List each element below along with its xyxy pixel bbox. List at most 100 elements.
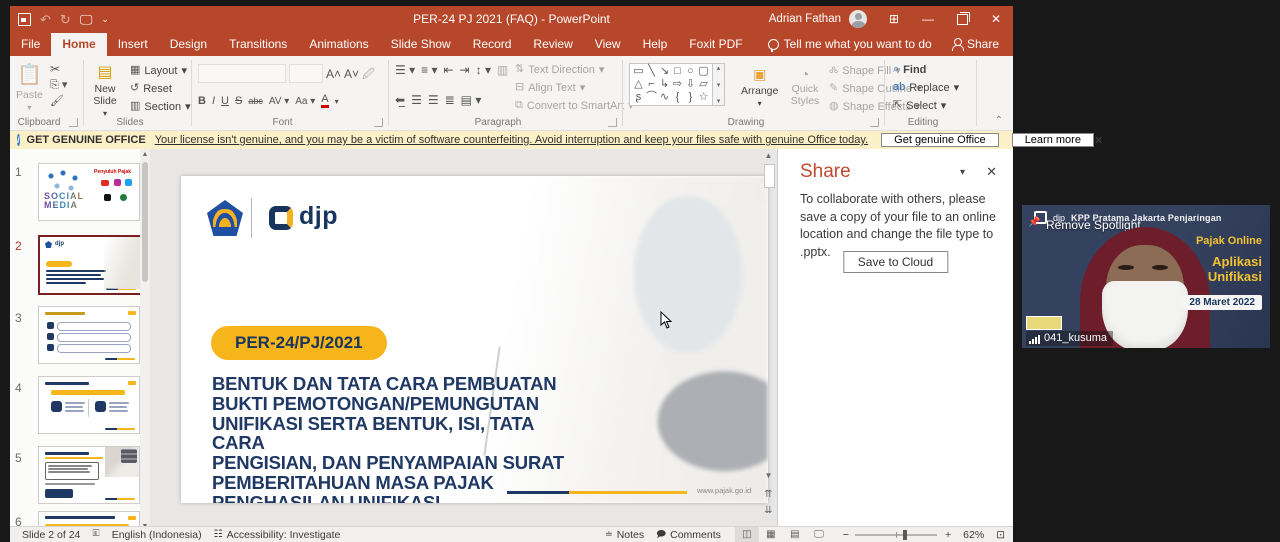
strike-abc-button[interactable]: abc: [248, 96, 263, 106]
add-columns-icon[interactable]: ▤ ▾: [461, 94, 482, 106]
align-center-icon[interactable]: ☰: [411, 94, 422, 106]
slide-thumbnail-1[interactable]: SOCIALMEDIA Penyuluh Pajak: [38, 163, 140, 221]
font-color-button[interactable]: A: [321, 94, 328, 108]
slide-thumbnail-5[interactable]: [38, 446, 140, 504]
collapse-ribbon-icon[interactable]: ⌃: [995, 115, 1003, 126]
zoom-out-icon[interactable]: −: [843, 529, 849, 541]
accessibility-status[interactable]: Accessibility: Investigate: [227, 529, 341, 541]
share-pane-dropdown-icon[interactable]: ▾: [960, 167, 965, 178]
bullets-icon[interactable]: ☰ ▾: [395, 64, 415, 76]
scroll-up-icon[interactable]: ▲: [762, 151, 775, 160]
find-button[interactable]: ⌕Find: [893, 62, 959, 77]
reading-view-button[interactable]: ▤: [783, 527, 807, 542]
font-color-dropdown-icon[interactable]: ▾: [335, 97, 339, 106]
align-right-icon[interactable]: ☰: [428, 94, 439, 106]
language-indicator[interactable]: English (Indonesia): [112, 529, 202, 541]
save-to-cloud-button[interactable]: Save to Cloud: [843, 251, 948, 273]
scrollbar-thumb[interactable]: [764, 164, 775, 188]
tab-foxit-pdf[interactable]: Foxit PDF: [678, 33, 753, 56]
scroll-down-icon[interactable]: ▼: [762, 471, 775, 480]
ribbon-display-options-icon[interactable]: ⊞: [877, 6, 911, 32]
format-painter-icon[interactable]: 🖌: [50, 96, 67, 107]
tab-review[interactable]: Review: [522, 33, 583, 56]
font-name-input[interactable]: [198, 64, 286, 83]
character-spacing-button[interactable]: AV ▾: [269, 96, 289, 107]
thumb-scroll-up-icon[interactable]: ▲: [140, 149, 150, 161]
paragraph-dialog-launcher[interactable]: [608, 118, 617, 127]
arrange-button[interactable]: ▣Arrange▾: [741, 66, 778, 108]
comments-toggle[interactable]: 🗩Comments: [656, 527, 721, 542]
tell-me-box[interactable]: Tell me what you want to do: [768, 37, 932, 56]
slide-sorter-view-button[interactable]: ▦: [759, 527, 783, 542]
replace-button[interactable]: abReplace ▾: [893, 80, 959, 95]
underline-button[interactable]: U: [221, 95, 229, 107]
zoom-slider[interactable]: [855, 534, 937, 536]
cut-icon[interactable]: ✂: [50, 63, 67, 75]
notes-toggle[interactable]: ≐Notes: [605, 529, 644, 541]
tab-animations[interactable]: Animations: [298, 33, 379, 56]
normal-view-button[interactable]: ◫: [735, 527, 759, 542]
convert-smartart-button[interactable]: ⧉Convert to SmartArt ▾: [515, 98, 634, 113]
tab-file[interactable]: File: [10, 33, 51, 56]
font-size-input[interactable]: [289, 64, 323, 83]
slide-thumbnail-3[interactable]: [38, 306, 140, 364]
numbering-icon[interactable]: ≡ ▾: [421, 64, 437, 76]
tab-home[interactable]: Home: [51, 33, 106, 56]
paste-button[interactable]: 📋Paste▾: [16, 62, 43, 112]
slide-show-button[interactable]: 🖵: [807, 527, 831, 542]
thumbnail-scrollbar[interactable]: ▲ ▼: [140, 149, 150, 533]
fit-to-window-icon[interactable]: ⊡: [996, 529, 1005, 541]
italic-button[interactable]: I: [212, 95, 215, 107]
close-button[interactable]: ✕: [979, 6, 1013, 32]
slide-counter[interactable]: Slide 2 of 24: [22, 529, 80, 541]
justify-icon[interactable]: ≣: [445, 94, 455, 106]
account-name[interactable]: Adrian Fathan: [769, 13, 841, 25]
minimize-button[interactable]: —: [911, 6, 945, 32]
tab-help[interactable]: Help: [632, 33, 679, 56]
previous-slide-icon[interactable]: ⇈: [762, 489, 775, 500]
restore-button[interactable]: [945, 6, 979, 32]
shape-gallery-scroll[interactable]: ▴▾▾: [713, 63, 725, 106]
slide-thumbnail-2-selected[interactable]: djp: [38, 235, 142, 295]
zoom-slider-thumb[interactable]: [903, 530, 907, 540]
copy-icon[interactable]: ⎘ ▾: [50, 80, 67, 91]
decrease-indent-icon[interactable]: ⇤: [443, 64, 453, 76]
align-left-icon[interactable]: ⬅̲: [395, 94, 405, 106]
tab-design[interactable]: Design: [159, 33, 218, 56]
line-spacing-icon[interactable]: ↕ ▾: [476, 64, 491, 76]
tab-view[interactable]: View: [584, 33, 632, 56]
notes-indicator-icon[interactable]: 🗉: [92, 526, 99, 542]
strikethrough-button[interactable]: S: [235, 95, 242, 107]
clear-formatting-icon[interactable]: 🖉: [362, 68, 375, 80]
change-case-button[interactable]: Aa ▾: [295, 96, 315, 107]
section-button[interactable]: ▥Section ▾: [130, 99, 191, 114]
select-button[interactable]: ⇱Select ▾: [893, 98, 959, 113]
banner-close-icon[interactable]: ✕: [1094, 134, 1103, 147]
tab-slide-show[interactable]: Slide Show: [380, 33, 462, 56]
reset-button[interactable]: ↺Reset: [130, 81, 191, 96]
increase-indent-icon[interactable]: ⇥: [460, 64, 470, 76]
zoom-in-icon[interactable]: +: [945, 529, 951, 541]
slide-thumbnail-4[interactable]: [38, 376, 140, 434]
share-button[interactable]: Share: [938, 37, 1013, 56]
font-dialog-launcher[interactable]: [374, 118, 383, 127]
editor-scrollbar[interactable]: ▲ ▼ ⇈ ⇊: [762, 149, 775, 533]
share-pane-close-icon[interactable]: ✕: [986, 164, 997, 180]
avatar[interactable]: [849, 10, 867, 28]
bold-button[interactable]: B: [198, 95, 206, 107]
next-slide-icon[interactable]: ⇊: [762, 505, 775, 516]
align-text-button[interactable]: ⊟Align Text ▾: [515, 80, 634, 95]
text-direction-button[interactable]: ⇅Text Direction ▾: [515, 62, 634, 77]
get-genuine-office-button[interactable]: Get genuine Office: [881, 133, 999, 147]
decrease-font-icon[interactable]: A˅: [344, 68, 359, 80]
slide-canvas[interactable]: djp PER-24/PJ/2021 BENTUK DAN TATA CARA …: [181, 176, 768, 503]
zoom-level[interactable]: 62%: [963, 529, 984, 541]
quick-styles-button[interactable]: ◔Quick Styles: [785, 66, 825, 107]
webcam-overlay[interactable]: djp KPP Pratama Jakarta Penjaringan 📌 Re…: [1022, 205, 1270, 348]
tab-insert[interactable]: Insert: [107, 33, 159, 56]
drawing-dialog-launcher[interactable]: [870, 118, 879, 127]
increase-font-icon[interactable]: A˄: [326, 68, 341, 80]
tab-record[interactable]: Record: [462, 33, 523, 56]
shape-gallery[interactable]: ▭╲↘□○▢ △⌐↳⇨⇩▱ ʂ⌒∿{}☆: [629, 63, 713, 106]
banner-link[interactable]: Your license isn't genuine, and you may …: [155, 134, 868, 146]
